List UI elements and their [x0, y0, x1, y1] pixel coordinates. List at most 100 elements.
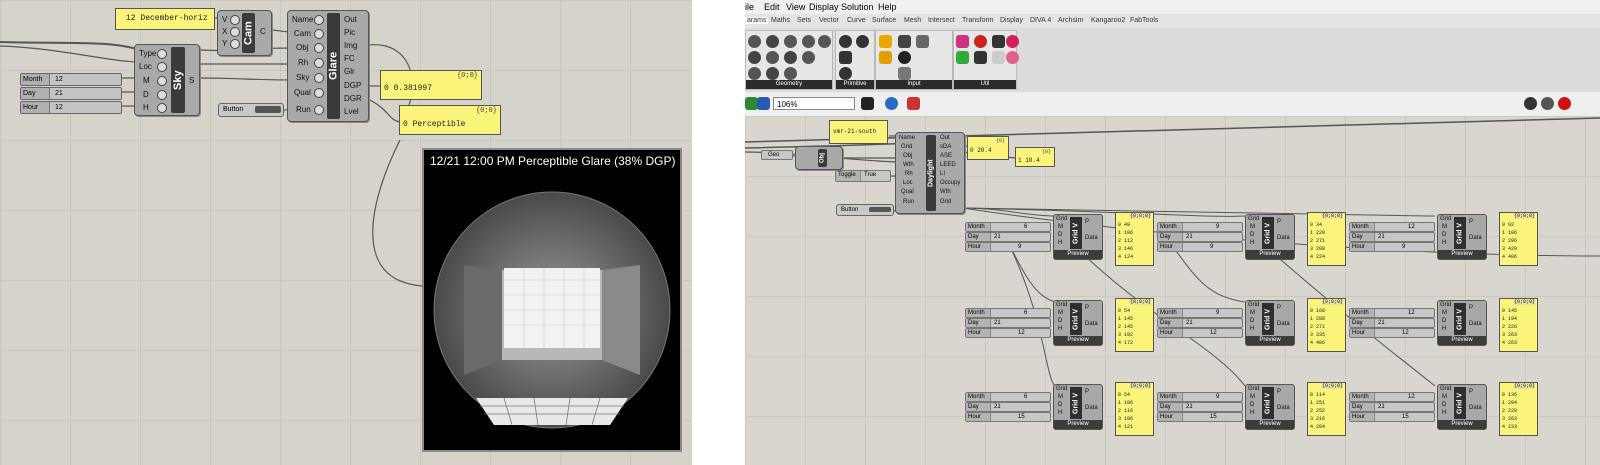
preview-label[interactable]: Preview	[1246, 250, 1294, 259]
cam-port-v[interactable]	[230, 15, 240, 25]
month-slider[interactable]: Month 6	[965, 392, 1051, 402]
red-sphere-icon[interactable]	[1558, 97, 1571, 110]
grid-v-component[interactable]: Grid M D H Grid V P Data Preview	[1437, 300, 1487, 346]
grid-v-component[interactable]: Grid M D H Grid V P Data Preview	[1437, 384, 1487, 430]
sky-component[interactable]: Type Loc M D H Sky S	[134, 44, 200, 116]
data-panel[interactable]: {0;0;0} 0 54 1 145 2 145 3 192 4 172	[1115, 298, 1154, 352]
grid-v-component[interactable]: Grid M D H Grid V P Data Preview	[1053, 384, 1103, 430]
month-slider[interactable]: Month 9	[1157, 392, 1243, 402]
knob-icon[interactable]	[898, 51, 911, 64]
data-panel[interactable]: {0;0;0} 0 34 1 220 2 271 3 208 4 224	[1307, 212, 1346, 266]
hour-slider[interactable]: Hour 15	[965, 412, 1051, 422]
glare-port-cam[interactable]	[314, 29, 324, 39]
month-slider[interactable]: Month 9	[1157, 222, 1243, 232]
tab-fabtools[interactable]: FabTools	[1130, 17, 1158, 24]
gradient-icon[interactable]	[956, 35, 969, 48]
tab-display[interactable]: Display	[1000, 17, 1023, 24]
preview-label[interactable]: Preview	[1246, 420, 1294, 429]
data-panel[interactable]: {0;0;0} 0 160 1 280 2 271 3 335 4 406	[1307, 298, 1346, 352]
day-slider[interactable]: Day 21	[965, 318, 1051, 328]
circle-icon[interactable]	[839, 35, 852, 48]
eye-icon[interactable]	[885, 97, 898, 110]
hexagon-icon[interactable]	[748, 35, 761, 48]
month-slider[interactable]: Month 9	[1157, 308, 1243, 318]
obj-component[interactable]: Obj	[795, 146, 843, 170]
location-panel[interactable]: vmr-21-south	[829, 120, 888, 144]
slider-icon[interactable]	[879, 51, 892, 64]
hexagon-icon[interactable]	[784, 51, 797, 64]
day-slider[interactable]: Day 21	[965, 232, 1051, 242]
grid-v-component[interactable]: Grid M D H Grid V P Data Preview	[1245, 214, 1295, 260]
data-panel[interactable]: {0;0;0} 0 92 1 186 2 296 3 420 4 406	[1499, 212, 1538, 266]
preview-label[interactable]: Preview	[1438, 250, 1486, 259]
hexagon-icon[interactable]	[802, 51, 815, 64]
sda-panel[interactable]: {0} 0 20.4	[967, 136, 1009, 160]
menu-help[interactable]: Help	[878, 2, 897, 12]
run-button-right[interactable]: Button	[836, 204, 894, 216]
hour-slider[interactable]: Hour 9	[1349, 242, 1435, 252]
menu-edit[interactable]: Edit	[764, 2, 780, 12]
button-icon[interactable]	[898, 35, 911, 48]
toggle-icon[interactable]	[879, 35, 892, 48]
month-slider[interactable]: Month 12	[1349, 392, 1435, 402]
tab-intersect[interactable]: Intersect	[928, 17, 955, 24]
date-panel[interactable]: 12 December-horiz	[115, 8, 215, 30]
preview-label[interactable]: Preview	[1246, 336, 1294, 345]
integer-icon[interactable]	[839, 51, 852, 64]
day-slider[interactable]: Day 21	[1157, 232, 1243, 242]
preview-label[interactable]: Preview	[1054, 336, 1102, 345]
preview-sphere-icon[interactable]	[1524, 97, 1537, 110]
paint-icon[interactable]	[907, 97, 920, 110]
month-slider[interactable]: Month 6	[965, 308, 1051, 318]
geo-param[interactable]: Geo	[761, 150, 793, 160]
day-slider[interactable]: Day 21	[1157, 402, 1243, 412]
button-switch[interactable]	[869, 207, 891, 212]
month-slider[interactable]: Month 12	[20, 73, 122, 86]
glare-port-rh[interactable]	[314, 58, 324, 68]
cam-port-x[interactable]	[230, 27, 240, 37]
hour-slider[interactable]: Hour 15	[1157, 412, 1243, 422]
glare-port-sky[interactable]	[314, 73, 324, 83]
daylight-component[interactable]: Name Grid Obj Wth Rh Loc Qual Run Daylig…	[895, 132, 965, 214]
sky-port-type[interactable]	[157, 49, 167, 59]
grasshopper-canvas-right[interactable]: vmr-21-south Geo Obj Toggle True Button …	[745, 116, 1600, 465]
tab-vector[interactable]: Vector	[819, 17, 839, 24]
graph-icon[interactable]	[956, 51, 969, 64]
hexagon-icon[interactable]	[802, 35, 815, 48]
cam-component[interactable]: V X Y Cam C	[217, 10, 272, 56]
hour-slider[interactable]: Hour 12	[1349, 328, 1435, 338]
menu-view[interactable]: View	[786, 2, 805, 12]
glare-port-run[interactable]	[314, 105, 324, 115]
hour-slider[interactable]: Hour 9	[965, 242, 1051, 252]
grid-v-component[interactable]: Grid M D H Grid V P Data Preview	[1053, 300, 1103, 346]
hour-slider[interactable]: Hour 12	[1157, 328, 1243, 338]
tab-curve[interactable]: Curve	[847, 17, 866, 24]
button-switch[interactable]	[255, 106, 281, 113]
glare-port-qual[interactable]	[314, 88, 324, 98]
data-panel[interactable]: {0;0;0} 0 114 1 251 2 252 3 216 4 204	[1307, 382, 1346, 436]
day-slider[interactable]: Day 21	[1349, 318, 1435, 328]
day-slider[interactable]: Day 21	[965, 402, 1051, 412]
arrow-right-icon[interactable]	[992, 51, 1005, 64]
day-slider[interactable]: Day 21	[1349, 232, 1435, 242]
hexagon-icon[interactable]	[818, 35, 831, 48]
tab-sets[interactable]: Sets	[797, 17, 811, 24]
hexagon-icon[interactable]	[784, 35, 797, 48]
menu-display[interactable]: Display	[809, 2, 839, 12]
hexagon-icon[interactable]	[766, 67, 779, 80]
hexagon-icon[interactable]	[766, 51, 779, 64]
toggle-param[interactable]: Toggle True	[835, 170, 891, 182]
list-icon[interactable]	[916, 35, 929, 48]
grasshopper-canvas-left[interactable]: 12 December-horiz V X Y Cam C Type Loc M…	[0, 0, 692, 465]
data-panel[interactable]: {0;0;0} 0 49 1 106 2 112 3 146 4 124	[1115, 212, 1154, 266]
preview-label[interactable]: Preview	[1054, 420, 1102, 429]
tab-params[interactable]: arams	[745, 17, 769, 24]
sky-port-d[interactable]	[157, 90, 167, 100]
dgp-panel[interactable]: {0;0} 0 0.381997	[380, 70, 482, 100]
preview-label[interactable]: Preview	[1054, 250, 1102, 259]
run-button[interactable]: Button	[218, 103, 284, 117]
hour-slider[interactable]: Hour 15	[1349, 412, 1435, 422]
menu-file[interactable]: ile	[745, 2, 754, 12]
grid-v-component[interactable]: Grid M D H Grid V P Data Preview	[1437, 214, 1487, 260]
save-icon[interactable]	[757, 97, 770, 110]
